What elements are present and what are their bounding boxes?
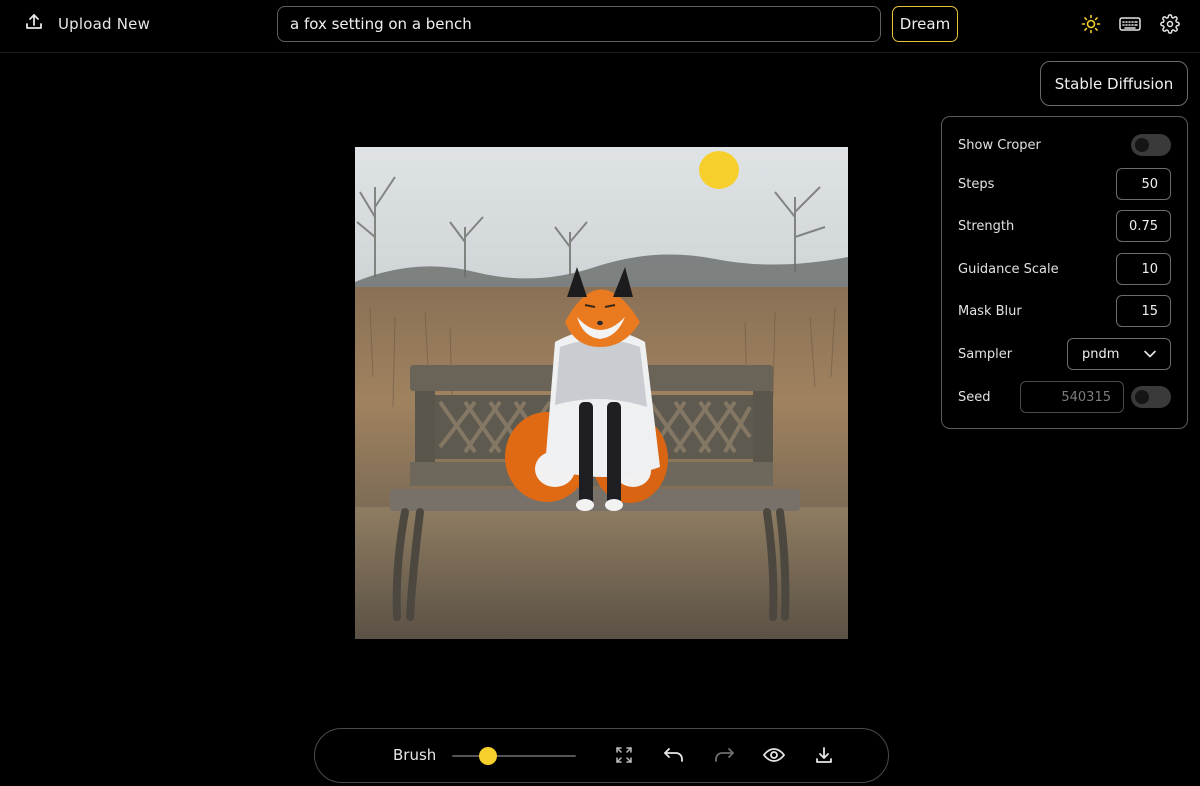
download-icon[interactable] (812, 743, 836, 767)
brush-cursor (699, 151, 739, 189)
brush-label: Brush (393, 746, 437, 764)
steps-input[interactable]: 50 (1116, 168, 1171, 200)
upload-new-label: Upload New (58, 15, 151, 33)
toggle-knob (1135, 390, 1149, 404)
sampler-select[interactable]: pndm (1067, 338, 1171, 370)
strength-label: Strength (958, 218, 1015, 234)
brush-size-slider[interactable] (452, 745, 576, 767)
chevron-down-icon (1144, 347, 1156, 362)
redo-icon[interactable] (712, 743, 736, 767)
top-bar: Upload New Dream (0, 0, 1200, 53)
sampler-value: pndm (1082, 346, 1120, 362)
upload-new-button[interactable]: Upload New (12, 6, 162, 42)
seed-toggle[interactable] (1131, 386, 1171, 408)
slider-thumb[interactable] (479, 747, 497, 765)
prompt-field[interactable] (277, 6, 881, 42)
mask-blur-input[interactable]: 15 (1116, 295, 1171, 327)
slider-track (452, 755, 576, 757)
guidance-scale-label: Guidance Scale (958, 261, 1059, 277)
mask-blur-row: Mask Blur 15 (958, 294, 1171, 328)
show-cropper-toggle[interactable] (1131, 134, 1171, 156)
mask-blur-label: Mask Blur (958, 303, 1022, 319)
steps-label: Steps (958, 176, 995, 192)
prompt-input[interactable] (290, 15, 868, 33)
show-cropper-row: Show Croper (958, 128, 1171, 162)
sampler-label: Sampler (958, 346, 1013, 362)
guidance-scale-input[interactable]: 10 (1116, 253, 1171, 285)
strength-row: Strength 0.75 (958, 209, 1171, 243)
image-canvas[interactable] (355, 147, 848, 639)
model-selector-button[interactable]: Stable Diffusion (1040, 61, 1188, 106)
steps-row: Steps 50 (958, 167, 1171, 201)
generated-image (355, 147, 848, 639)
upload-icon (24, 12, 44, 36)
eye-icon[interactable] (762, 743, 786, 767)
dream-button[interactable]: Dream (892, 6, 958, 42)
seed-label: Seed (958, 389, 991, 405)
fullscreen-icon[interactable] (612, 743, 636, 767)
seed-input[interactable]: 540315 (1020, 381, 1124, 413)
seed-row: Seed 540315 (958, 380, 1171, 414)
seed-controls: 540315 (1020, 381, 1171, 413)
show-cropper-label: Show Croper (958, 137, 1041, 153)
bottom-toolbar: Brush (314, 728, 889, 783)
keyboard-icon[interactable] (1118, 12, 1142, 36)
gear-icon[interactable] (1158, 12, 1182, 36)
undo-icon[interactable] (662, 743, 686, 767)
strength-input[interactable]: 0.75 (1116, 210, 1171, 242)
toggle-knob (1135, 138, 1149, 152)
sun-icon[interactable] (1079, 12, 1103, 36)
guidance-scale-row: Guidance Scale 10 (958, 252, 1171, 286)
sampler-row: Sampler pndm (958, 337, 1171, 371)
settings-panel: Show Croper Steps 50 Strength 0.75 Guida… (941, 116, 1188, 429)
